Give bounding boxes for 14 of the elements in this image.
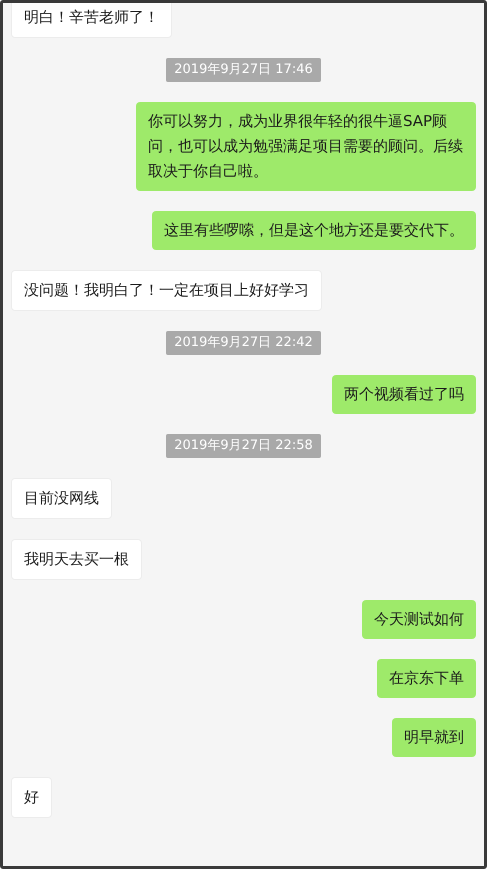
received-message-bubble: 我明天去买一根 xyxy=(11,539,142,580)
timestamp: 2019年9月27日 17:46 xyxy=(166,58,321,82)
received-message-bubble: 没问题！我明白了！一定在项目上好好学习 xyxy=(11,270,322,311)
sent-message-bubble: 两个视频看过了吗 xyxy=(332,375,476,414)
sent-message-bubble: 在京东下单 xyxy=(377,659,476,698)
received-message-bubble: 明白！辛苦老师了！ xyxy=(11,3,172,38)
received-message-bubble: 目前没网线 xyxy=(11,478,112,519)
sent-message-bubble: 你可以努力，成为业界很年轻的很牛逼SAP顾问，也可以成为勉强满足项目需要的顾问。后续取决于你自己啦。 xyxy=(136,102,476,191)
sent-message-bubble: 这里有些啰嗦，但是这个地方还是要交代下。 xyxy=(152,211,476,250)
sent-message-bubble: 明早就到 xyxy=(392,718,476,757)
sent-message-bubble: 今天测试如何 xyxy=(362,600,476,639)
timestamp: 2019年9月27日 22:58 xyxy=(166,434,321,458)
received-message-bubble: 好 xyxy=(11,777,52,818)
timestamp: 2019年9月27日 22:42 xyxy=(166,331,321,355)
